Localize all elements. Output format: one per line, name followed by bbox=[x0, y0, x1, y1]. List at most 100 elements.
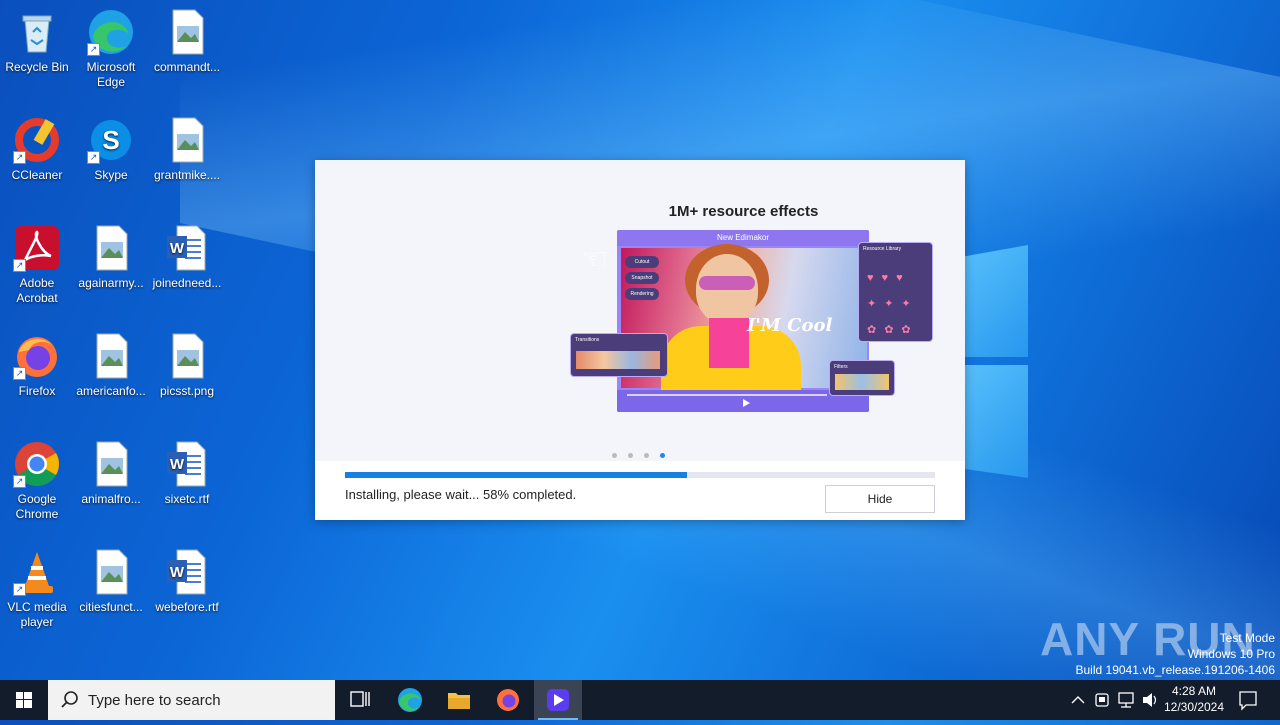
desktop-icon-picsst[interactable]: picsst.png bbox=[151, 332, 223, 399]
shortcut-arrow-icon: ↗ bbox=[87, 43, 100, 56]
image-file-icon bbox=[87, 224, 135, 272]
taskbar-search-box[interactable]: Type here to search bbox=[48, 680, 335, 720]
desktop-icon-label: americanfo... bbox=[76, 384, 146, 398]
install-status-text: Installing, please wait... 58% completed… bbox=[345, 487, 577, 502]
desktop-icon-recycle-bin[interactable]: Recycle Bin bbox=[1, 8, 73, 75]
desktop-icon-ccleaner[interactable]: ↗ CCleaner bbox=[1, 116, 73, 183]
svg-text:W: W bbox=[170, 456, 185, 473]
installer-window: 1M+ resource effects New Edimakor I'M Co… bbox=[315, 160, 965, 520]
tray-volume-button[interactable] bbox=[1140, 680, 1160, 720]
folder-icon bbox=[448, 693, 470, 709]
shortcut-arrow-icon: ↗ bbox=[87, 151, 100, 164]
chrome-icon: ↗ bbox=[13, 440, 61, 488]
desktop-icon-label: againarmy... bbox=[78, 276, 144, 290]
svg-text:W: W bbox=[170, 240, 185, 257]
carousel-dot-active[interactable] bbox=[660, 453, 665, 458]
desktop-icon-label: commandt... bbox=[153, 60, 221, 74]
resource-library-panel: Resource Library ♥♥♥ ✦✦✦ ✿✿✿ bbox=[858, 242, 933, 342]
progress-bar-fill bbox=[345, 472, 688, 478]
carousel-dot[interactable] bbox=[612, 453, 617, 458]
desktop-icon-vlc[interactable]: ↗ VLC media player bbox=[1, 548, 73, 630]
word-document-icon: W bbox=[163, 224, 211, 272]
desktop-icon-americanfo[interactable]: americanfo... bbox=[75, 332, 147, 399]
chevron-up-icon bbox=[1071, 696, 1085, 704]
desktop-icon-label: Google Chrome bbox=[15, 492, 59, 521]
desktop-icon-joinedneed[interactable]: W joinedneed... bbox=[151, 224, 223, 291]
desktop-icon-label: picsst.png bbox=[159, 384, 215, 398]
task-view-button[interactable] bbox=[336, 680, 384, 720]
ccleaner-icon: ↗ bbox=[13, 116, 61, 164]
windows-start-icon bbox=[16, 692, 32, 708]
taskbar-firefox-button[interactable] bbox=[484, 680, 532, 720]
svg-text:S: S bbox=[102, 125, 119, 155]
desktop-icon-sixetc[interactable]: W sixetc.rtf bbox=[151, 440, 223, 507]
vlc-cone-icon: ↗ bbox=[13, 548, 61, 596]
edge-icon bbox=[398, 688, 422, 712]
build-label: Build 19041.vb_release.191206-1406 bbox=[1075, 663, 1276, 677]
action-center-button[interactable] bbox=[1236, 680, 1260, 720]
desktop-icon-againarmy[interactable]: againarmy... bbox=[75, 224, 147, 291]
carousel-dot[interactable] bbox=[644, 453, 649, 458]
firefox-icon bbox=[497, 689, 519, 711]
desktop-icon-label: Skype bbox=[94, 168, 128, 182]
desktop-icon-label: Adobe Acrobat bbox=[16, 276, 58, 305]
tray-network-button[interactable] bbox=[1116, 680, 1136, 720]
test-mode-info: Test Mode Windows 10 Pro Build 19041.vb_… bbox=[1076, 630, 1276, 678]
hide-button[interactable]: Hide bbox=[825, 485, 935, 513]
word-document-icon: W bbox=[163, 548, 211, 596]
test-mode-label: Test Mode bbox=[1219, 631, 1275, 645]
desktop-icon-skype[interactable]: S ↗ Skype bbox=[75, 116, 147, 183]
search-placeholder: Type here to search bbox=[88, 692, 221, 709]
start-button[interactable] bbox=[0, 680, 48, 720]
tray-device-button[interactable] bbox=[1092, 680, 1112, 720]
sunglasses-graphic bbox=[699, 276, 755, 290]
desktop-icon-google-chrome[interactable]: ↗ Google Chrome bbox=[1, 440, 73, 522]
desktop-icon-firefox[interactable]: ↗ Firefox bbox=[1, 332, 73, 399]
notification-icon bbox=[1239, 691, 1257, 711]
installer-title: 1M+ resource effects bbox=[668, 203, 819, 220]
taskbar-file-explorer-button[interactable] bbox=[435, 680, 483, 720]
desktop-icon-label: joinedneed... bbox=[152, 276, 222, 290]
image-file-icon bbox=[163, 332, 211, 380]
desktop-icon-label: webefore.rtf bbox=[155, 600, 219, 614]
shortcut-arrow-icon: ↗ bbox=[13, 583, 26, 596]
transitions-panel: Transitions bbox=[570, 333, 668, 377]
taskbar-installer-button[interactable] bbox=[534, 680, 582, 720]
shortcut-arrow-icon: ↗ bbox=[13, 475, 26, 488]
desktop-icon-label: grantmike.... bbox=[153, 168, 221, 182]
panel-title: Transitions bbox=[575, 337, 600, 343]
desktop-icon-label: Firefox bbox=[18, 384, 56, 398]
chip: Rendering bbox=[625, 288, 659, 300]
desktop-icon-label: VLC media player bbox=[7, 600, 67, 629]
panel-title: Filters bbox=[834, 364, 848, 370]
desktop-icon-citiesfunct[interactable]: citiesfunct... bbox=[75, 548, 147, 615]
desktop-icon-webefore[interactable]: W webefore.rtf bbox=[151, 548, 223, 615]
taskbar-clock[interactable]: 4:28 AM 12/30/2024 bbox=[1160, 683, 1228, 715]
desktop-icon-animalfro[interactable]: animalfro... bbox=[75, 440, 147, 507]
overlay-text: I'M Cool bbox=[747, 315, 833, 336]
pointing-hand-icon: ☜ bbox=[581, 243, 608, 276]
acrobat-icon: ↗ bbox=[13, 224, 61, 272]
filters-panel: Filters bbox=[829, 360, 895, 396]
taskbar: Type here to search 4:28 AM 12/30/2024 bbox=[0, 680, 1280, 720]
desktop-icon-microsoft-edge[interactable]: ↗ Microsoft Edge bbox=[75, 8, 147, 90]
panel-title: Resource Library bbox=[863, 246, 902, 252]
show-hidden-icons-button[interactable] bbox=[1068, 680, 1088, 720]
editor-title-bar: New Edimakor bbox=[617, 230, 869, 246]
desktop-icon-commandt[interactable]: commandt... bbox=[151, 8, 223, 75]
taskbar-edge-button[interactable] bbox=[386, 680, 434, 720]
shortcut-arrow-icon: ↗ bbox=[13, 259, 26, 272]
shortcut-arrow-icon: ↗ bbox=[13, 151, 26, 164]
device-icon bbox=[1095, 693, 1109, 707]
chip: Cutout bbox=[625, 256, 659, 268]
desktop-icon-adobe-acrobat[interactable]: ↗ Adobe Acrobat bbox=[1, 224, 73, 306]
image-file-icon bbox=[87, 440, 135, 488]
carousel-dot[interactable] bbox=[628, 453, 633, 458]
desktop-icon-label: citiesfunct... bbox=[79, 600, 143, 614]
skype-icon: S ↗ bbox=[87, 116, 135, 164]
desktop-icon-label: sixetc.rtf bbox=[164, 492, 210, 506]
desktop-icon-label: Recycle Bin bbox=[5, 60, 69, 74]
edimakor-app-icon bbox=[547, 689, 569, 711]
network-icon bbox=[1118, 692, 1134, 708]
desktop-icon-grantmike[interactable]: grantmike.... bbox=[151, 116, 223, 183]
